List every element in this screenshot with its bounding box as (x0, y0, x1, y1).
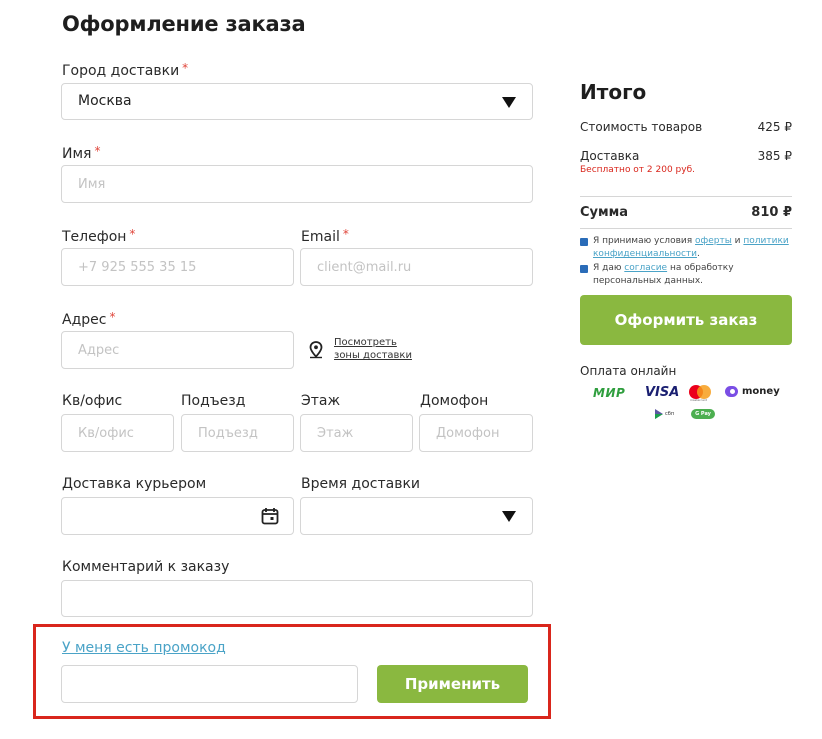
goods-cost-value: 425 ₽ (757, 120, 792, 134)
summary-divider (580, 196, 792, 197)
delivery-time-label: Время доставки (301, 476, 421, 492)
delivery-zones-link-line2: зоны доставки (334, 350, 412, 361)
delivery-zones-link[interactable]: Посмотреть зоны доставки (334, 336, 412, 362)
sbp-icon (655, 409, 663, 419)
consent-text: и (731, 236, 744, 246)
mir-logo: МИР (593, 386, 626, 400)
total-label: Сумма (580, 205, 629, 220)
floor-field[interactable] (300, 414, 413, 452)
yoomoney-icon (725, 386, 738, 397)
intercom-label: Домофон (420, 393, 489, 409)
mastercard-logo: mastercard (689, 385, 711, 402)
comment-label: Комментарий к заказу (62, 559, 230, 575)
sbp-text: сбп (665, 411, 675, 417)
phone-input[interactable] (62, 249, 293, 285)
comment-field[interactable] (61, 580, 533, 617)
entrance-field[interactable] (181, 414, 294, 452)
courier-date-label: Доставка курьером (62, 476, 207, 492)
name-field[interactable] (61, 165, 533, 203)
office-field[interactable] (61, 414, 174, 452)
promo-code-link[interactable]: У меня есть промокод (62, 640, 226, 656)
promo-code-input[interactable] (62, 666, 357, 702)
summary-title: Итого (580, 80, 647, 104)
caret-down-icon (502, 97, 516, 108)
promo-code-field[interactable] (61, 665, 358, 703)
phone-field[interactable] (61, 248, 294, 286)
goods-cost-label: Стоимость товаров (580, 120, 703, 134)
required-mark: * (129, 227, 136, 241)
yoomoney-icon-dot (730, 389, 735, 394)
phone-label-text: Телефон (62, 229, 127, 245)
email-label-text: Email (301, 229, 340, 245)
mastercard-caption: mastercard (690, 398, 708, 402)
address-field[interactable] (61, 331, 294, 369)
online-payment-title: Оплата онлайн (580, 364, 677, 378)
entrance-label: Подъезд (181, 393, 246, 409)
mastercard-circle-orange (697, 385, 711, 399)
consent-link[interactable]: согласие (624, 263, 667, 273)
delivery-cost-label: Доставка (580, 149, 640, 163)
address-label-text: Адрес (62, 312, 107, 328)
personal-data-consent-checkbox[interactable] (580, 265, 588, 273)
comment-input[interactable] (62, 581, 532, 616)
yoomoney-text: money (742, 386, 780, 397)
offer-link[interactable]: оферты (695, 236, 732, 246)
required-mark: * (342, 227, 349, 241)
map-pin-icon (309, 341, 323, 359)
offer-consent-text: Я принимаю условия оферты и политики кон… (593, 235, 793, 261)
gpay-logo: G Pay (691, 409, 715, 419)
floor-label: Этаж (301, 393, 341, 409)
page-title: Оформление заказа (62, 12, 306, 36)
office-label: Кв/офис (62, 393, 123, 409)
yoomoney-logo: money (725, 386, 780, 397)
email-label: Email * (301, 227, 349, 245)
offer-consent-checkbox[interactable] (580, 238, 588, 246)
office-input[interactable] (62, 415, 173, 451)
floor-input[interactable] (301, 415, 412, 451)
address-input[interactable] (62, 332, 293, 368)
city-label-text: Город доставки (62, 63, 180, 79)
consent-text: . (697, 249, 700, 259)
calendar-icon[interactable] (261, 507, 279, 525)
required-mark: * (94, 144, 101, 158)
address-label: Адрес * (62, 310, 115, 328)
courier-date-field[interactable] (61, 497, 294, 535)
gpay-text: G Pay (695, 411, 711, 417)
personal-data-consent-text: Я даю согласие на обработку персональных… (593, 262, 753, 288)
summary-divider (580, 228, 792, 229)
phone-label: Телефон * (62, 227, 135, 245)
intercom-input[interactable] (420, 415, 532, 451)
consent-text: Я даю (593, 263, 625, 273)
required-mark: * (182, 61, 189, 75)
delivery-time-select[interactable] (300, 497, 533, 535)
intercom-field[interactable] (419, 414, 533, 452)
visa-logo: VISA (645, 385, 680, 400)
apply-promo-button[interactable]: Применить (377, 665, 528, 703)
consent-text: Я принимаю условия (593, 236, 695, 246)
courier-date-input[interactable] (62, 498, 293, 534)
city-label: Город доставки * (62, 61, 188, 79)
name-label-text: Имя (62, 146, 92, 162)
email-input[interactable] (301, 249, 532, 285)
delivery-cost-value: 385 ₽ (757, 149, 792, 163)
place-order-button[interactable]: Оформить заказ (580, 295, 792, 345)
free-delivery-note: Бесплатно от 2 200 руб. (580, 165, 695, 175)
city-select[interactable]: Москва (61, 83, 533, 120)
required-mark: * (109, 310, 116, 324)
total-value: 810 ₽ (751, 205, 792, 220)
delivery-zones-link-line1: Посмотреть (334, 337, 397, 348)
name-input[interactable] (62, 166, 532, 202)
entrance-input[interactable] (182, 415, 293, 451)
email-field[interactable] (300, 248, 533, 286)
caret-down-icon (502, 511, 516, 522)
city-select-value: Москва (78, 93, 132, 109)
name-label: Имя * (62, 144, 100, 162)
sbp-logo: сбп (655, 409, 674, 419)
